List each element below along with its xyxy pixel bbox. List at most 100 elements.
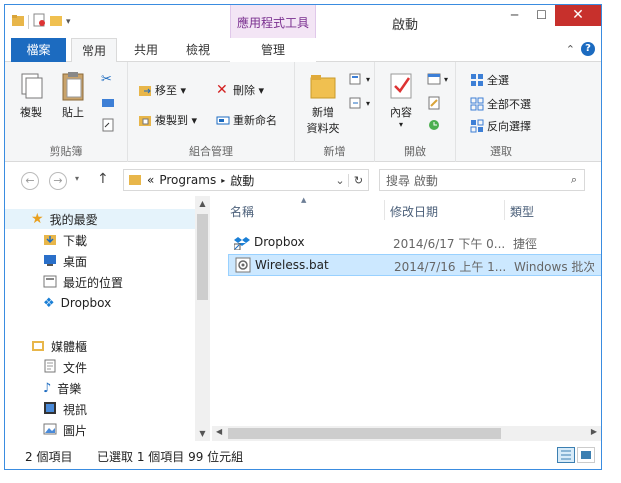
delete-button[interactable]: ✕ 刪除 ▾ (216, 82, 264, 98)
invert-selection-button[interactable]: 反向選擇 (470, 118, 531, 134)
copy-to-button[interactable]: 複製到 ▾ (138, 112, 197, 128)
group-open: 內容 ▾ ▾ 開啟 (375, 62, 456, 162)
move-to-button[interactable]: 移至 ▾ (138, 82, 186, 98)
up-button[interactable]: ↑ (97, 171, 109, 187)
folder-icon (11, 13, 25, 30)
copy-path-button[interactable] (101, 96, 115, 110)
group-label-organize: 組合管理 (189, 145, 233, 158)
tab-view[interactable]: 檢視 (175, 38, 221, 62)
scroll-up-icon[interactable]: ▲ (195, 199, 210, 208)
scroll-left-icon[interactable]: ◀ (216, 427, 222, 436)
copy-button[interactable]: 複製 (13, 70, 49, 120)
refresh-icon[interactable]: ↻ (348, 173, 368, 187)
scroll-down-icon[interactable]: ▼ (195, 429, 210, 438)
history-button[interactable] (427, 118, 441, 132)
file-list: ▲ 名稱 修改日期 類型 Dropbox 2014/6/17 下午 0... 捷… (212, 196, 601, 441)
videos-icon (43, 401, 57, 418)
properties-check-icon (386, 70, 416, 102)
edit-button[interactable] (427, 96, 441, 110)
search-icon[interactable]: ⌕ (564, 173, 584, 187)
paste-shortcut-button[interactable] (101, 118, 115, 132)
breadcrumb-startup[interactable]: 啟動 (230, 172, 254, 189)
select-none-button[interactable]: 全部不選 (470, 96, 531, 112)
move-to-icon (138, 83, 152, 97)
close-button[interactable]: ✕ (555, 5, 601, 26)
nav-item-recent[interactable]: 最近的位置 (43, 272, 123, 292)
new-folder-button[interactable]: 新增 資料夾 (301, 70, 345, 136)
easy-access-button[interactable]: ▾ (349, 96, 370, 110)
nav-item-videos[interactable]: 視訊 (43, 399, 87, 419)
qat-dropdown-icon[interactable]: ▾ (66, 17, 71, 27)
group-new: 新增 資料夾 ▾ ▾ 新增 (295, 62, 375, 162)
forward-button[interactable]: → (49, 172, 67, 190)
nav-item-libraries[interactable]: 媒體櫃 (31, 336, 87, 356)
nav-scrollbar[interactable]: ▲ ▼ (195, 196, 210, 441)
new-item-button[interactable]: ▾ (349, 72, 370, 86)
address-bar[interactable]: « Programs ▸ 啟動 ⌄ ↻ (123, 169, 369, 191)
file-list-hscrollbar[interactable]: ◀ ▶ (212, 426, 601, 441)
breadcrumb-overflow[interactable]: « (147, 173, 154, 187)
open-button[interactable]: ▾ (427, 72, 448, 86)
help-icon[interactable]: ? (581, 42, 595, 56)
nav-label: 桌面 (63, 254, 88, 269)
paste-button[interactable]: 貼上 (55, 70, 91, 120)
address-dropdown-icon[interactable]: ⌄ (332, 174, 348, 187)
paste-shortcut-icon (101, 118, 115, 132)
scroll-right-icon[interactable]: ▶ (591, 427, 597, 436)
properties-button[interactable]: 內容 ▾ (381, 70, 421, 129)
column-header-name[interactable]: 名稱 (230, 196, 380, 226)
star-icon: ★ (31, 211, 44, 227)
collapse-ribbon-icon[interactable]: ⌃ (566, 43, 575, 56)
delete-icon: ✕ (216, 82, 228, 98)
nav-item-desktop[interactable]: 桌面 (43, 251, 87, 271)
pictures-icon (43, 422, 57, 439)
tab-home[interactable]: 常用 (71, 38, 117, 63)
tab-share[interactable]: 共用 (123, 38, 169, 62)
hscroll-thumb[interactable] (228, 428, 501, 439)
breadcrumb-separator-icon[interactable]: ▸ (221, 176, 225, 185)
easy-access-icon (349, 96, 363, 110)
search-input[interactable]: 搜尋 啟動 (380, 172, 564, 189)
file-type: 捷徑 (513, 237, 538, 251)
file-row-selected[interactable]: Wireless.bat 2014/7/16 上午 1... Windows 批… (228, 254, 601, 276)
copy-label: 複製 (20, 106, 42, 119)
column-header-type[interactable]: 類型 (510, 196, 600, 226)
select-all-button[interactable]: 全選 (470, 72, 509, 88)
invert-selection-icon (470, 119, 484, 133)
breadcrumb-programs[interactable]: Programs (159, 173, 216, 187)
recent-locations-icon[interactable]: ▾ (75, 174, 79, 183)
dropbox-icon: ❖ (43, 295, 55, 311)
large-icons-view-icon[interactable] (577, 447, 595, 463)
new-folder-icon[interactable] (49, 13, 63, 30)
invert-selection-label: 反向選擇 (487, 120, 531, 133)
minimize-button[interactable]: ─ (501, 5, 528, 26)
nav-label: 媒體櫃 (51, 339, 88, 354)
nav-item-music[interactable]: ♪ 音樂 (43, 378, 81, 398)
maximize-button[interactable]: ☐ (528, 5, 555, 26)
quick-access-toolbar: ▾ (11, 13, 71, 30)
cut-button[interactable]: ✂ (101, 72, 115, 87)
group-label-new: 新增 (323, 145, 346, 158)
nav-item-dropbox[interactable]: ❖ Dropbox (43, 293, 111, 313)
nav-label: 下載 (63, 233, 88, 248)
group-label-open: 開啟 (404, 145, 426, 158)
nav-item-documents[interactable]: 文件 (43, 357, 87, 377)
nav-scroll-thumb[interactable] (197, 214, 208, 300)
search-box[interactable]: 搜尋 啟動 ⌕ (379, 169, 585, 191)
context-tab-group: 應用程式工具 (230, 5, 316, 38)
tab-file[interactable]: 檔案 (11, 38, 66, 62)
nav-item-downloads[interactable]: 下載 (43, 230, 87, 250)
back-button[interactable]: ← (21, 172, 39, 190)
details-view-icon[interactable] (557, 447, 575, 463)
file-row[interactable]: Dropbox 2014/6/17 下午 0... 捷徑 (228, 232, 601, 254)
new-folder-label-2: 資料夾 (306, 122, 340, 135)
tab-manage[interactable]: 管理 (230, 38, 316, 62)
column-header-date[interactable]: 修改日期 (390, 196, 500, 226)
nav-item-pictures[interactable]: 圖片 (43, 420, 87, 440)
item-count: 2 個項目 (25, 450, 73, 464)
status-bar: 2 個項目 已選取 1 個項目 99 位元組 (5, 442, 601, 469)
rename-button[interactable]: 重新命名 (216, 112, 277, 128)
properties-icon[interactable] (32, 13, 46, 30)
nav-item-favorites[interactable]: ★ 我的最愛 (5, 209, 195, 229)
desktop-icon (43, 253, 57, 270)
